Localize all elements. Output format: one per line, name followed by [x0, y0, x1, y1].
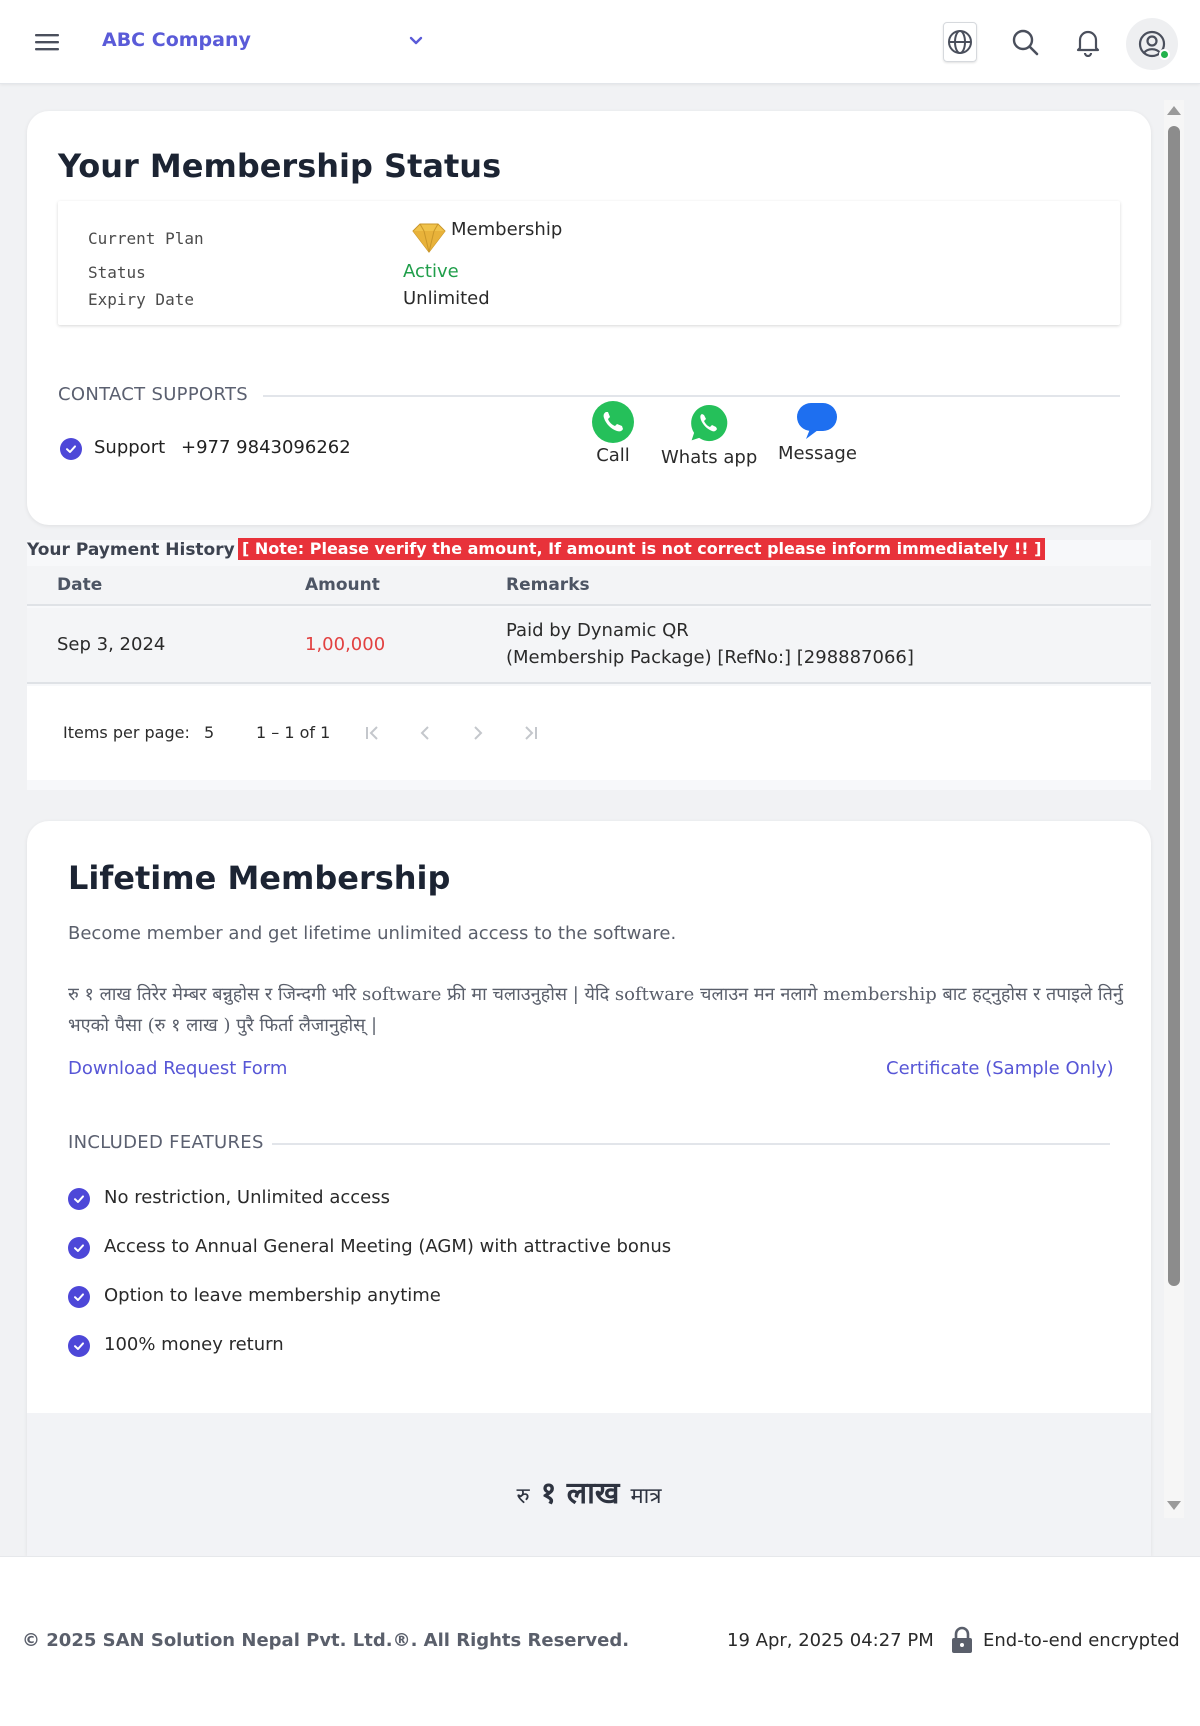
support-phone: +977 9843096262 — [181, 437, 351, 458]
language-button[interactable] — [943, 22, 977, 62]
message-button[interactable]: Message — [778, 401, 857, 464]
payment-date: Sep 3, 2024 — [57, 634, 166, 655]
price-currency: रु — [516, 1484, 530, 1509]
section-divider — [263, 395, 1120, 397]
phone-icon — [592, 401, 634, 443]
check-circle-icon — [68, 1286, 90, 1308]
table-header: Date Amount Remarks — [27, 566, 1151, 606]
payment-history-section: Your Payment History [ Note: Please veri… — [27, 538, 1151, 790]
column-header-amount[interactable]: Amount — [305, 575, 380, 595]
globe-icon — [948, 30, 972, 54]
message-icon — [797, 403, 838, 439]
lifetime-membership-title: Lifetime Membership — [68, 859, 451, 897]
whatsapp-button[interactable]: Whats app — [661, 401, 757, 468]
current-plan-label: Current Plan — [88, 229, 204, 248]
first-page-icon[interactable] — [360, 720, 386, 746]
download-request-form-link[interactable]: Download Request Form — [68, 1058, 287, 1079]
footer: © 2025 SAN Solution Nepal Pvt. Ltd.®. Al… — [0, 1556, 1200, 1726]
search-button[interactable] — [1005, 22, 1045, 62]
lifetime-description-nepali: रु १ लाख तिरेर मेम्बर बन्नुहोस र जिन्दगी… — [68, 984, 1123, 1036]
user-avatar-button[interactable] — [1126, 18, 1178, 70]
check-circle-icon — [68, 1188, 90, 1210]
expiry-date-label: Expiry Date — [88, 290, 194, 309]
status-value: Active — [403, 261, 459, 282]
lock-icon — [952, 1626, 972, 1653]
online-status-dot — [1159, 49, 1170, 60]
feature-text: Access to Annual General Meeting (AGM) w… — [104, 1236, 672, 1257]
whatsapp-icon — [688, 402, 730, 444]
scrollbar-thumb[interactable] — [1168, 126, 1180, 1286]
expiry-date-value: Unlimited — [403, 288, 490, 309]
verify-amount-note: [ Note: Please verify the amount, If amo… — [238, 538, 1046, 560]
next-page-icon[interactable] — [465, 720, 491, 746]
payment-history-title: Your Payment History — [27, 540, 235, 560]
price-amount: १ लाख — [540, 1476, 620, 1511]
paginator: Items per page: 5 1 – 1 of 1 — [27, 686, 1151, 780]
membership-status-title: Your Membership Status — [58, 147, 502, 185]
table-row: Sep 3, 2024 1,00,000 Paid by Dynamic QR … — [27, 608, 1151, 684]
whatsapp-label: Whats app — [661, 447, 758, 468]
payment-remarks-line1: Paid by Dynamic QR — [506, 620, 689, 641]
copyright-text: © 2025 SAN Solution Nepal Pvt. Ltd.®. Al… — [22, 1630, 630, 1651]
column-header-date[interactable]: Date — [57, 575, 102, 595]
menu-icon[interactable] — [32, 27, 62, 57]
main-content: Your Membership Status Current Plan Memb… — [0, 84, 1200, 1556]
previous-page-icon[interactable] — [412, 720, 438, 746]
feature-text: No restriction, Unlimited access — [104, 1187, 390, 1208]
encryption-status: End-to-end encrypted — [983, 1630, 1180, 1651]
lifetime-membership-card: Lifetime Membership Become member and ge… — [27, 821, 1151, 1556]
payment-remarks-line2: (Membership Package) [RefNo:] [298887066… — [506, 647, 914, 668]
feature-text: 100% money return — [104, 1334, 284, 1355]
check-circle-icon — [60, 438, 82, 460]
feature-text: Option to leave membership anytime — [104, 1285, 441, 1306]
payment-amount: 1,00,000 — [305, 634, 386, 655]
vertical-scrollbar[interactable] — [1164, 100, 1184, 1518]
check-circle-icon — [68, 1335, 90, 1357]
price-suffix: मात्र — [630, 1484, 662, 1509]
items-per-page-label: Items per page: — [63, 723, 190, 742]
plan-details-box: Current Plan Membership Status Active Ex… — [58, 201, 1120, 325]
column-header-remarks[interactable]: Remarks — [506, 575, 590, 595]
search-icon — [1012, 29, 1039, 56]
status-label: Status — [88, 263, 146, 282]
scroll-up-arrow-icon[interactable] — [1167, 106, 1181, 115]
price-text: रु १ लाख मात्र — [27, 1471, 1151, 1512]
certificate-sample-link[interactable]: Certificate (Sample Only) — [886, 1058, 1114, 1079]
chevron-down-icon[interactable] — [405, 30, 427, 52]
company-name[interactable]: ABC Company — [102, 29, 251, 51]
call-button[interactable]: Call — [592, 401, 634, 466]
lifetime-subtitle: Become member and get lifetime unlimited… — [68, 923, 677, 944]
included-features-heading: INCLUDED FEATURES — [68, 1132, 264, 1153]
page-range-label: 1 – 1 of 1 — [256, 723, 331, 742]
current-plan-value: Membership — [451, 219, 563, 240]
bell-icon — [1076, 30, 1100, 57]
call-label: Call — [596, 445, 630, 466]
support-label: Support — [94, 437, 166, 458]
top-app-bar: ABC Company — [0, 0, 1200, 84]
membership-status-card: Your Membership Status Current Plan Memb… — [27, 111, 1151, 525]
contact-supports-heading: CONTACT SUPPORTS — [58, 384, 248, 405]
check-circle-icon — [68, 1237, 90, 1259]
timestamp: 19 Apr, 2025 04:27 PM — [727, 1630, 934, 1651]
scroll-down-arrow-icon[interactable] — [1167, 1501, 1181, 1510]
notifications-button[interactable] — [1068, 22, 1108, 62]
items-per-page-select[interactable]: 5 — [204, 723, 214, 742]
section-divider — [272, 1143, 1110, 1145]
last-page-icon[interactable] — [517, 720, 543, 746]
message-label: Message — [778, 443, 857, 464]
diamond-icon — [412, 223, 446, 253]
price-banner: रु १ लाख मात्र — [27, 1413, 1151, 1556]
